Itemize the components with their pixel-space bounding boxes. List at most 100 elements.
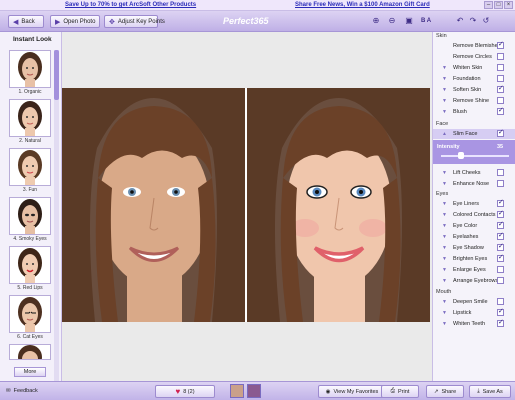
- face-option-slim-face[interactable]: ▲ Slim Face: [433, 128, 515, 139]
- maximize-icon[interactable]: □: [494, 1, 503, 9]
- option-checkbox[interactable]: [497, 266, 504, 273]
- mouth-option-lipstick[interactable]: ▼ Lipstick: [433, 307, 515, 318]
- option-checkbox[interactable]: [497, 75, 504, 82]
- skin-option-remove-circles[interactable]: Remove Circles: [433, 52, 515, 62]
- promo-link-arcsoft[interactable]: Save Up to 70% to get ArcSoft Other Prod…: [65, 2, 196, 8]
- option-label: Eye Liners: [453, 201, 479, 207]
- option-checkbox[interactable]: [497, 318, 504, 327]
- face-option-lift-cheeks[interactable]: ▼ Lift Cheeks: [433, 168, 515, 178]
- option-checkbox[interactable]: [497, 128, 504, 137]
- eyes-option-colored-contacts[interactable]: ▼ Colored Contacts: [433, 209, 515, 220]
- minimize-icon[interactable]: –: [484, 1, 493, 9]
- expand-triangle-icon[interactable]: ▼: [442, 310, 447, 316]
- expand-triangle-icon[interactable]: ▼: [442, 170, 447, 176]
- option-checkbox[interactable]: [497, 277, 504, 284]
- back-label: Back: [21, 18, 35, 25]
- option-checkbox[interactable]: [497, 209, 504, 218]
- recent-thumbnail[interactable]: [247, 384, 261, 398]
- expand-triangle-icon[interactable]: ▼: [442, 65, 447, 71]
- view-favorites-button[interactable]: ◉ View My Favorites: [318, 385, 386, 398]
- reset-icon[interactable]: ↺: [481, 16, 491, 26]
- expand-triangle-icon[interactable]: ▼: [442, 223, 447, 229]
- look-item-fun[interactable]: 3. Fun: [9, 148, 51, 193]
- option-checkbox[interactable]: [497, 169, 504, 176]
- mouth-option-whiten-teeth[interactable]: ▼ Whiten Teeth: [433, 318, 515, 329]
- face-option-enhance-nose[interactable]: ▼ Enhance Nose: [433, 179, 515, 189]
- eyes-option-enlarge-eyes[interactable]: ▼ Enlarge Eyes: [433, 265, 515, 275]
- skin-option-remove-blemishes[interactable]: Remove Blemishes: [433, 40, 515, 51]
- option-checkbox[interactable]: [497, 84, 504, 93]
- option-checkbox[interactable]: [497, 64, 504, 71]
- eyes-option-brighten-eyes[interactable]: ▼ Brighten Eyes: [433, 253, 515, 264]
- eyes-option-eye-color[interactable]: ▼ Eye Color: [433, 220, 515, 231]
- look-item-partial[interactable]: [9, 344, 51, 360]
- expand-triangle-icon[interactable]: ▼: [442, 234, 447, 240]
- option-checkbox[interactable]: [497, 40, 504, 49]
- before-after-toggle[interactable]: B A: [419, 16, 433, 26]
- more-looks-button[interactable]: More: [14, 367, 46, 377]
- expand-triangle-icon[interactable]: ▼: [442, 267, 447, 273]
- zoom-out-icon[interactable]: ⊖: [387, 16, 397, 26]
- mouth-option-deepen-smile[interactable]: ▼ Deepen Smile: [433, 297, 515, 307]
- collapse-triangle-icon[interactable]: ▲: [442, 131, 447, 137]
- intensity-slider-track[interactable]: [441, 155, 509, 157]
- option-checkbox[interactable]: [497, 307, 504, 316]
- option-checkbox[interactable]: [497, 180, 504, 187]
- look-item-cat-eyes[interactable]: 6. Cat Eyes: [9, 295, 51, 340]
- expand-triangle-icon[interactable]: ▼: [442, 212, 447, 218]
- skin-option-soften-skin[interactable]: ▼ Soften Skin: [433, 84, 515, 95]
- eyes-option-eye-liners[interactable]: ▼ Eye Liners: [433, 198, 515, 209]
- expand-triangle-icon[interactable]: ▼: [442, 76, 447, 82]
- option-checkbox[interactable]: [497, 53, 504, 60]
- expand-triangle-icon[interactable]: ▼: [442, 245, 447, 251]
- option-checkbox[interactable]: [497, 298, 504, 305]
- option-checkbox[interactable]: [497, 106, 504, 115]
- look-item-natural[interactable]: 2. Natural: [9, 99, 51, 144]
- look-item-smoky-eyes[interactable]: 4. Smoky Eyes: [9, 197, 51, 242]
- looks-scrollbar-thumb[interactable]: [54, 50, 59, 100]
- expand-triangle-icon[interactable]: ▼: [442, 278, 447, 284]
- recent-thumbnail[interactable]: [230, 384, 244, 398]
- intensity-slider-handle[interactable]: [458, 152, 464, 159]
- eyes-option-eyelashes[interactable]: ▼ Eyelashes: [433, 231, 515, 242]
- looks-scrollbar[interactable]: [54, 50, 59, 390]
- fit-screen-icon[interactable]: ▣: [404, 16, 414, 26]
- print-button[interactable]: ⎙ Print: [381, 385, 419, 398]
- skin-option-foundation[interactable]: ▼ Foundation: [433, 74, 515, 84]
- like-button[interactable]: ♥ 8 (2): [155, 385, 215, 398]
- share-button[interactable]: ↗ Share: [426, 385, 464, 398]
- expand-triangle-icon[interactable]: ▼: [442, 87, 447, 93]
- option-checkbox[interactable]: [497, 253, 504, 262]
- adjust-key-points-button[interactable]: ✥ Adjust Key Points: [104, 15, 165, 28]
- option-checkbox[interactable]: [497, 220, 504, 229]
- save-as-button[interactable]: ⤓ Save As: [469, 385, 511, 398]
- expand-triangle-icon[interactable]: ▼: [442, 98, 447, 104]
- option-label: Lift Cheeks: [453, 170, 481, 176]
- expand-triangle-icon[interactable]: ▼: [442, 109, 447, 115]
- eyes-option-eye-shadow[interactable]: ▼ Eye Shadow: [433, 242, 515, 253]
- open-photo-button[interactable]: ▶ Open Photo: [50, 15, 100, 28]
- expand-triangle-icon[interactable]: ▼: [442, 201, 447, 207]
- feedback-link[interactable]: ✉ Feedback: [6, 388, 38, 394]
- undo-icon[interactable]: ↶: [455, 16, 465, 26]
- look-item-organic[interactable]: 1. Organic: [9, 50, 51, 95]
- zoom-in-icon[interactable]: ⊕: [371, 16, 381, 26]
- skin-option-blush[interactable]: ▼ Blush: [433, 106, 515, 117]
- option-label: Remove Shine: [453, 98, 490, 104]
- close-icon[interactable]: ×: [504, 1, 513, 9]
- look-item-red-lips[interactable]: 5. Red Lips: [9, 246, 51, 291]
- option-checkbox[interactable]: [497, 231, 504, 240]
- option-checkbox[interactable]: [497, 198, 504, 207]
- option-checkbox[interactable]: [497, 97, 504, 104]
- skin-option-remove-shine[interactable]: ▼ Remove Shine: [433, 96, 515, 106]
- expand-triangle-icon[interactable]: ▼: [442, 299, 447, 305]
- redo-icon[interactable]: ↷: [468, 16, 478, 26]
- option-checkbox[interactable]: [497, 242, 504, 251]
- expand-triangle-icon[interactable]: ▼: [442, 321, 447, 327]
- back-button[interactable]: ◀ Back: [8, 15, 44, 28]
- expand-triangle-icon[interactable]: ▼: [442, 256, 447, 262]
- expand-triangle-icon[interactable]: ▼: [442, 181, 447, 187]
- eyes-option-arrange-eyebrows[interactable]: ▼ Arrange Eyebrows: [433, 276, 515, 286]
- promo-link-share[interactable]: Share Free News, Win a $100 Amazon Gift …: [295, 2, 430, 8]
- skin-option-whiten-skin[interactable]: ▼ Whiten Skin: [433, 63, 515, 73]
